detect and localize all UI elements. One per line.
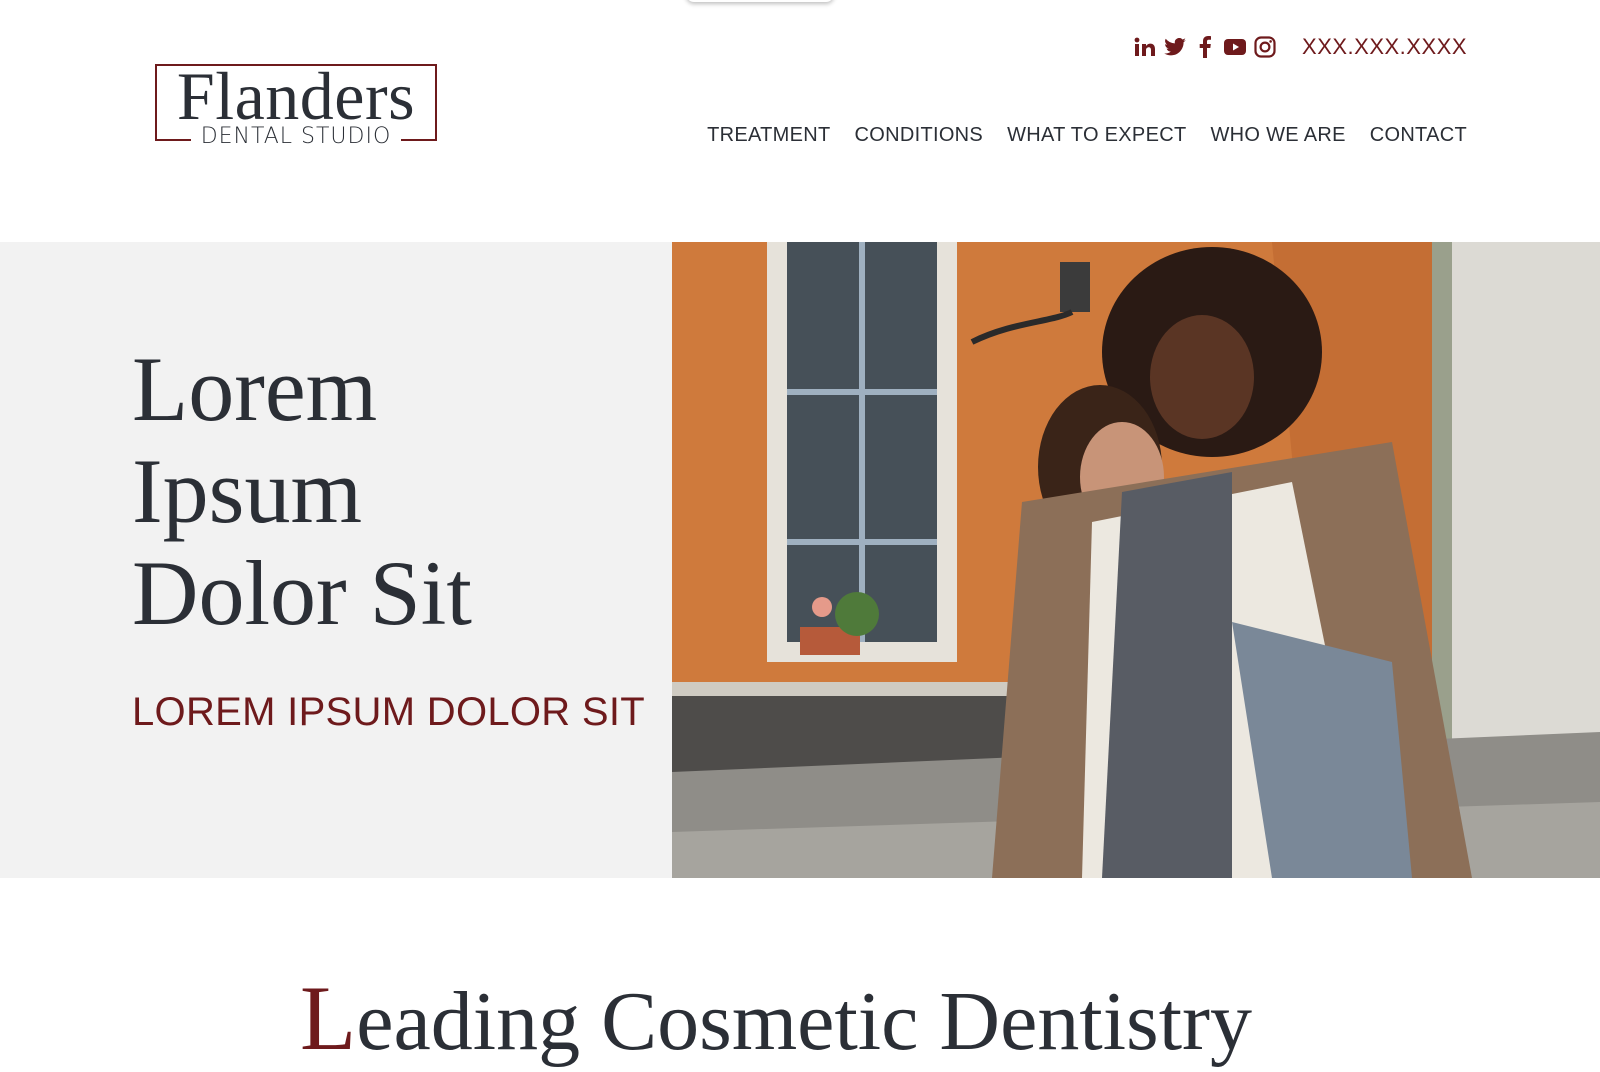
linkedin-icon[interactable] — [1134, 36, 1156, 58]
phone-number-link[interactable]: XXX.XXX.XXXX — [1302, 34, 1467, 60]
twitter-icon[interactable] — [1164, 36, 1186, 58]
hero-text-panel: Lorem Ipsum Dolor Sit LOREM IPSUM DOLOR … — [0, 242, 672, 878]
nav-treatment[interactable]: TREATMENT — [707, 124, 830, 147]
social-links — [1134, 36, 1276, 58]
section-heading: Leading Cosmetic Dentistry — [300, 968, 1252, 1072]
top-tab[interactable] — [686, 0, 834, 2]
logo-wordmark: Flanders — [176, 58, 416, 134]
hero-title-line: Lorem — [132, 338, 378, 440]
nav-conditions[interactable]: CONDITIONS — [855, 124, 984, 147]
nav-who-we-are[interactable]: WHO WE ARE — [1210, 124, 1345, 147]
instagram-icon[interactable] — [1254, 36, 1276, 58]
hero-section: Lorem Ipsum Dolor Sit LOREM IPSUM DOLOR … — [0, 242, 1600, 878]
logo-subtitle: DENTAL STUDIO — [191, 125, 401, 149]
section-heading-text: eading Cosmetic Dentistry — [356, 975, 1253, 1068]
main-nav: TREATMENT CONDITIONS WHAT TO EXPECT WHO … — [707, 124, 1467, 147]
hero-subtitle: LOREM IPSUM DOLOR SIT — [132, 690, 646, 734]
hero-title-line: Dolor Sit — [132, 542, 472, 644]
facebook-icon[interactable] — [1194, 36, 1216, 58]
nav-what-to-expect[interactable]: WHAT TO EXPECT — [1007, 124, 1186, 147]
youtube-icon[interactable] — [1224, 36, 1246, 58]
hero-title-line: Ipsum — [132, 440, 362, 542]
hero-photo — [672, 242, 1600, 878]
nav-contact[interactable]: CONTACT — [1370, 124, 1467, 147]
logo[interactable]: Flanders DENTAL STUDIO — [155, 58, 437, 149]
section-heading-dropcap: L — [300, 967, 357, 1069]
hero-photo-illustration — [672, 242, 1600, 878]
hero-title: Lorem Ipsum Dolor Sit — [132, 338, 612, 644]
